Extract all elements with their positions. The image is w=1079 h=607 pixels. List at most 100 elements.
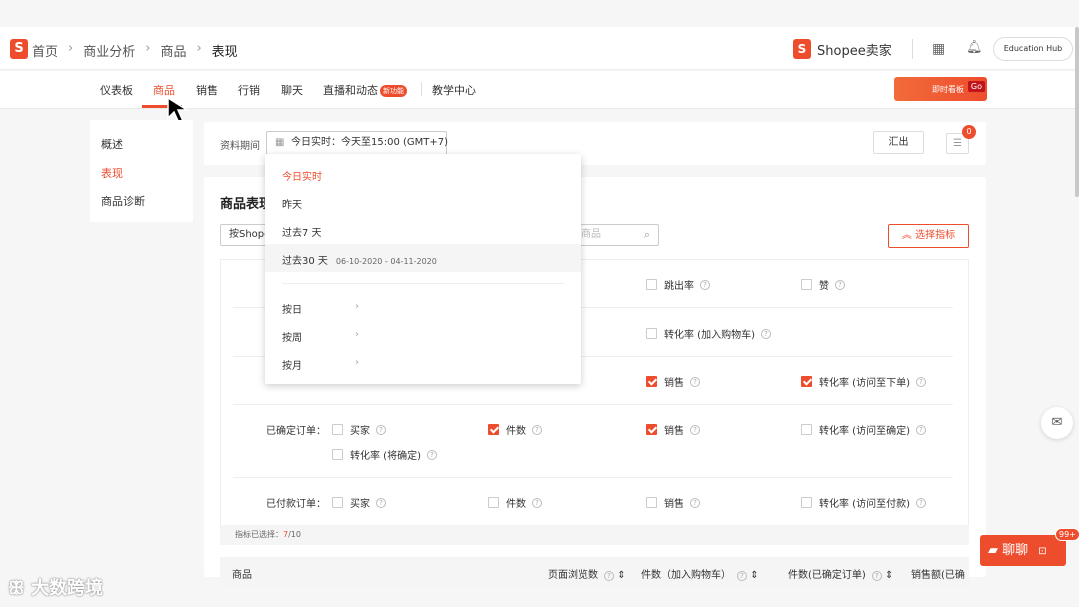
- option-by-week[interactable]: 按周: [282, 329, 302, 344]
- help-icon[interactable]: ?: [690, 497, 700, 508]
- checkbox[interactable]: [332, 424, 343, 435]
- go-button[interactable]: Go: [967, 81, 985, 92]
- help-icon[interactable]: ?: [737, 571, 747, 581]
- help-icon[interactable]: ?: [604, 571, 614, 581]
- help-icon[interactable]: ?: [376, 497, 386, 508]
- metric-checkbox[interactable]: 销售?: [646, 495, 700, 510]
- apps-grid-icon[interactable]: ▦: [932, 41, 945, 57]
- breadcrumb-home[interactable]: 首页: [32, 41, 58, 60]
- tab-sales[interactable]: 销售: [196, 82, 218, 98]
- metric-checkbox[interactable]: 买家?: [332, 495, 386, 510]
- help-icon[interactable]: ?: [532, 497, 542, 508]
- checkbox[interactable]: [646, 424, 657, 435]
- divider: [912, 39, 913, 59]
- breadcrumb-products[interactable]: 商品: [160, 41, 186, 60]
- help-icon[interactable]: ?: [690, 376, 700, 387]
- checkbox[interactable]: [801, 497, 812, 508]
- help-icon[interactable]: ?: [915, 497, 926, 508]
- choose-metrics-label: 选择指标: [915, 230, 956, 241]
- education-hub-button[interactable]: Education Hub: [993, 37, 1073, 61]
- metric-checkbox[interactable]: 销售?: [646, 374, 700, 389]
- shopee-logo-icon[interactable]: S: [10, 39, 28, 59]
- checkbox[interactable]: [646, 279, 657, 290]
- sidebar-item-overview[interactable]: 概述: [101, 136, 123, 152]
- help-icon[interactable]: ?: [760, 328, 771, 339]
- breadcrumb: 首页 › 商业分析 › 商品 › 表现: [32, 41, 238, 60]
- choose-metrics-button[interactable]: ︽ 选择指标: [888, 224, 969, 248]
- help-icon[interactable]: ?: [835, 279, 845, 290]
- metric-checkbox[interactable]: 转化率 (访问至确定)?: [801, 422, 926, 437]
- bell-icon[interactable]: 🔔︎: [966, 40, 983, 55]
- search-icon[interactable]: ⌕: [644, 225, 650, 245]
- checkbox[interactable]: [646, 497, 657, 508]
- tab-dashboard[interactable]: 仪表板: [100, 82, 133, 98]
- selected-metrics-count: 指标已选择：7/10: [220, 525, 969, 545]
- live-dashboard-banner[interactable]: 即时看板 Go: [894, 77, 987, 101]
- checkbox[interactable]: [801, 279, 812, 290]
- tab-marketing[interactable]: 行销: [238, 82, 260, 98]
- help-icon[interactable]: ?: [915, 376, 926, 387]
- export-button[interactable]: 汇出: [873, 131, 924, 154]
- chevron-right-icon: ›: [68, 41, 74, 56]
- checkbox[interactable]: [332, 449, 343, 460]
- chat-label: 聊聊: [1002, 543, 1029, 558]
- expand-icon[interactable]: ⊡: [1038, 546, 1046, 557]
- chat-button[interactable]: ▰ 聊聊 ⊡: [980, 535, 1066, 566]
- column-header-page-views[interactable]: 页面浏览数? ⇕: [548, 566, 626, 581]
- column-header-sales[interactable]: 销售额(已确: [911, 566, 969, 581]
- help-icon[interactable]: ?: [690, 424, 700, 435]
- mail-icon[interactable]: ✉: [1041, 407, 1073, 439]
- option-by-month[interactable]: 按月: [282, 357, 302, 372]
- metric-checkbox[interactable]: 件数?: [488, 495, 542, 510]
- option-yesterday[interactable]: 昨天: [282, 196, 302, 211]
- help-icon[interactable]: ?: [426, 449, 437, 460]
- checkbox[interactable]: [801, 424, 812, 435]
- data-period-select[interactable]: ▦ 今日实时：今天至15:00 (GMT+7): [266, 131, 448, 155]
- help-icon[interactable]: ?: [376, 424, 386, 435]
- sort-icon[interactable]: ⇕: [750, 570, 758, 581]
- checkbox[interactable]: [488, 497, 499, 508]
- metric-checkbox[interactable]: 转化率 (加入购物车)?: [646, 326, 771, 341]
- column-header-add-to-cart[interactable]: 件数（加入购物车）? ⇕: [641, 566, 759, 581]
- help-icon[interactable]: ?: [915, 424, 926, 435]
- tab-learning-center[interactable]: 教学中心: [432, 82, 476, 98]
- tab-chat[interactable]: 聊天: [281, 82, 303, 98]
- breadcrumb-business-insights[interactable]: 商业分析: [83, 41, 135, 60]
- option-past-7-days[interactable]: 过去7 天: [282, 224, 322, 239]
- date-range: 06-10-2020 - 04-11-2020: [335, 257, 437, 266]
- checkbox[interactable]: [801, 376, 812, 387]
- metric-checkbox[interactable]: 销售?: [646, 422, 700, 437]
- sort-icon[interactable]: ⇕: [617, 570, 625, 581]
- checkbox[interactable]: [646, 328, 657, 339]
- sidebar-item-diagnosis[interactable]: 商品诊断: [101, 193, 145, 209]
- help-icon[interactable]: ?: [700, 279, 710, 290]
- metric-checkbox[interactable]: 买家?: [332, 422, 386, 437]
- live-dashboard-label: 即时看板: [932, 85, 964, 94]
- selected-total: /10: [288, 530, 301, 539]
- option-by-day[interactable]: 按日: [282, 301, 302, 316]
- sort-icon[interactable]: ⇕: [885, 570, 893, 581]
- checkbox[interactable]: [488, 424, 499, 435]
- data-period-label: 资料期间: [220, 141, 260, 152]
- tab-live-feed-label: 直播和动态: [323, 84, 378, 97]
- metric-checkbox[interactable]: 转化率 (访问至下单)?: [801, 374, 926, 389]
- metric-checkbox[interactable]: 转化率 (将确定)?: [332, 447, 437, 462]
- help-icon[interactable]: ?: [871, 571, 882, 581]
- checkbox[interactable]: [646, 376, 657, 387]
- help-icon[interactable]: ?: [532, 424, 542, 435]
- option-past-30-days[interactable]: 过去30 天 06-10-2020 - 04-11-2020: [282, 252, 437, 267]
- seller-center-brand[interactable]: S Shopee卖家: [793, 39, 892, 59]
- option-today-realtime[interactable]: 今日实时: [282, 168, 322, 183]
- column-header-confirmed-units[interactable]: 件数(已确定订单)? ⇕: [788, 566, 893, 581]
- watermark: ꕥ 大数跨境: [8, 574, 103, 600]
- column-label: 页面浏览数: [548, 570, 598, 581]
- metric-checkbox[interactable]: 赞?: [801, 277, 845, 292]
- metric-checkbox[interactable]: 跳出率?: [646, 277, 710, 292]
- breadcrumb-performance: 表现: [211, 45, 238, 60]
- sidebar-item-performance[interactable]: 表现: [101, 165, 123, 181]
- tab-live-feed[interactable]: 直播和动态 新功能: [323, 82, 407, 98]
- metric-checkbox[interactable]: 转化率 (访问至付款)?: [801, 495, 926, 510]
- checkbox[interactable]: [332, 497, 343, 508]
- metric-checkbox[interactable]: 件数?: [488, 422, 542, 437]
- scrollbar[interactable]: [1075, 27, 1079, 197]
